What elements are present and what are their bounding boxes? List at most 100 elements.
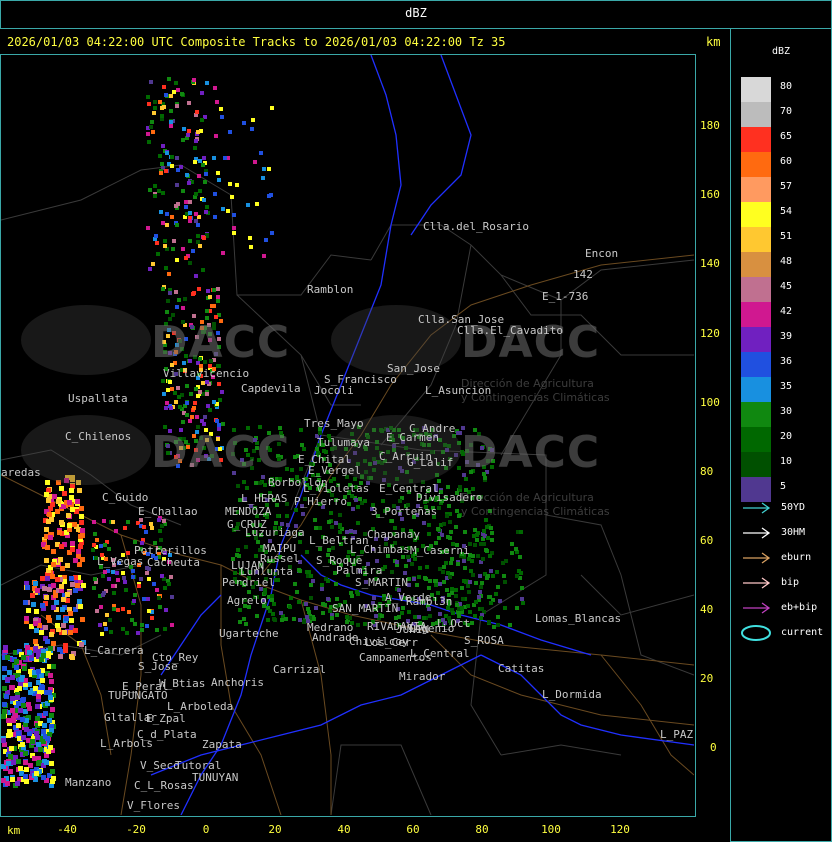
echo-cell	[441, 570, 445, 574]
echo-cell	[169, 120, 173, 124]
x-axis-unit: km	[7, 824, 21, 837]
echo-cell	[139, 577, 143, 581]
echo-cell	[466, 584, 470, 588]
echo-cell	[473, 528, 477, 532]
echo-cell	[131, 569, 135, 573]
echo-cell	[41, 653, 46, 658]
echo-cell	[40, 603, 45, 608]
echo-cell	[112, 607, 116, 611]
echo-cell	[436, 527, 440, 531]
echo-cell	[62, 491, 67, 496]
echo-cell	[171, 247, 175, 251]
echo-cell	[124, 588, 128, 592]
echo-cell	[242, 480, 246, 484]
echo-cell	[9, 746, 14, 751]
echo-cell	[6, 761, 11, 766]
echo-cell	[159, 171, 163, 175]
echo-cell	[460, 586, 464, 590]
echo-cell	[230, 195, 234, 199]
echo-cell	[476, 554, 480, 558]
echo-cell	[164, 93, 168, 97]
echo-cell	[259, 151, 263, 155]
echo-cell	[24, 779, 29, 784]
place-label: Uspallata	[68, 392, 128, 405]
echo-cell	[194, 192, 198, 196]
place-label: Perdriel	[222, 576, 275, 589]
echo-cell	[226, 209, 230, 213]
track-legend-label: current	[781, 627, 824, 638]
echo-cell	[174, 204, 178, 208]
echo-cell	[334, 582, 338, 586]
echo-cell	[125, 631, 129, 635]
echo-cell	[46, 498, 51, 503]
echo-cell	[314, 526, 318, 530]
echo-cell	[170, 215, 174, 219]
echo-cell	[279, 611, 283, 615]
echo-cell	[183, 297, 187, 301]
echo-cell	[177, 298, 181, 302]
echo-cell	[427, 523, 431, 527]
echo-cell	[49, 679, 54, 684]
echo-cell	[204, 210, 208, 214]
colorbar-label: 57	[780, 181, 793, 192]
echo-cell	[165, 151, 169, 155]
echo-cell	[187, 129, 191, 133]
echo-cell	[169, 109, 173, 113]
echo-cell	[515, 574, 519, 578]
echo-cell	[55, 623, 60, 628]
echo-cell	[266, 618, 270, 622]
echo-cell	[152, 111, 156, 115]
echo-cell	[164, 406, 168, 410]
echo-cell	[193, 160, 197, 164]
echo-cell	[79, 514, 84, 519]
echo-cell	[167, 582, 171, 586]
echo-cell	[438, 612, 442, 616]
echo-cell	[148, 188, 152, 192]
echo-cell	[44, 558, 49, 563]
echo-cell	[145, 624, 149, 628]
echo-cell	[16, 723, 21, 728]
colorbar-unit: dBZ	[772, 46, 791, 57]
echo-cell	[8, 754, 13, 759]
echo-cell	[449, 561, 453, 565]
echo-cell	[274, 521, 278, 525]
echo-cell	[163, 239, 167, 243]
echo-cell	[437, 536, 441, 540]
echo-cell	[290, 468, 294, 472]
echo-cell	[461, 597, 465, 601]
place-label: TUPUNGATO	[108, 689, 168, 702]
echo-cell	[33, 581, 38, 586]
echo-cell	[205, 392, 209, 396]
echo-cell	[178, 405, 182, 409]
echo-cell	[33, 646, 38, 651]
echo-cell	[78, 534, 83, 539]
echo-cell	[98, 623, 102, 627]
place-label: Capdevila	[241, 382, 301, 395]
place-label: C_L_Rosas	[134, 779, 194, 792]
echo-cell	[330, 616, 334, 620]
echo-cell	[45, 480, 50, 485]
track-legend-label: eb+bip	[781, 602, 818, 613]
echo-cell	[205, 205, 209, 209]
echo-cell	[159, 538, 163, 542]
y-tick-label: 160	[700, 188, 720, 201]
echo-cell	[153, 194, 157, 198]
y-tick-label: 120	[700, 327, 720, 340]
echo-cell	[175, 223, 179, 227]
echo-cell	[175, 183, 179, 187]
echo-cell	[521, 601, 525, 605]
echo-cell	[326, 579, 330, 583]
echo-cell	[75, 583, 80, 588]
colorbar-label: 60	[780, 156, 793, 167]
echo-cell	[276, 514, 280, 518]
echo-cell	[176, 88, 180, 92]
echo-cell	[48, 695, 53, 700]
echo-cell	[338, 523, 342, 527]
place-label: Tres_Mayo	[304, 417, 364, 430]
echo-cell	[329, 511, 333, 515]
echo-cell	[69, 488, 74, 493]
radar-map[interactable]: DACC DACC Dirección de Agricultura y Cont…	[1, 55, 694, 815]
echo-cell	[78, 544, 83, 549]
echo-cell	[216, 171, 220, 175]
echo-cell	[242, 121, 246, 125]
